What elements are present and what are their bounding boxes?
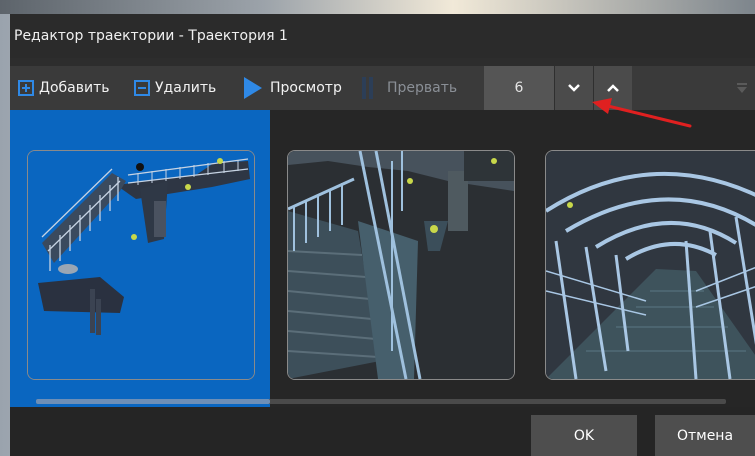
preview-button-label: Просмотр <box>270 80 342 96</box>
dialog-footer: OK Отмена <box>10 407 755 456</box>
cancel-button[interactable]: Отмена <box>655 415 755 456</box>
abort-button[interactable]: Прервать <box>362 66 457 110</box>
frame-thumbnail-2-image <box>288 151 514 379</box>
add-button-label: Добавить <box>39 80 110 96</box>
chevron-down-icon <box>568 84 580 92</box>
preview-button[interactable]: Просмотр <box>244 66 342 110</box>
trajectory-editor-dialog: Редактор траектории - Траектория 1 Добав… <box>10 14 755 456</box>
title-bar: Редактор траектории - Траектория 1 <box>10 14 755 58</box>
abort-button-label: Прервать <box>387 80 458 96</box>
frame-thumbnail-2[interactable] <box>287 150 515 380</box>
frame-thumbnail-3[interactable] <box>545 150 755 380</box>
toolbar-overflow-button[interactable] <box>728 66 755 110</box>
overflow-icon <box>736 83 747 93</box>
delete-button[interactable]: Удалить <box>134 66 216 110</box>
frames-scrollbar[interactable] <box>36 399 726 404</box>
window-title: Редактор траектории - Траектория 1 <box>14 28 288 44</box>
trajectory-frames-strip <box>10 110 755 407</box>
play-icon <box>244 77 262 99</box>
desktop-background <box>0 0 755 14</box>
ok-button[interactable]: OK <box>531 415 637 456</box>
frame-thumbnail-3-image <box>546 151 755 379</box>
pause-icon <box>362 77 373 99</box>
next-down-button[interactable] <box>554 66 593 110</box>
frame-thumbnail-1[interactable] <box>27 150 255 380</box>
minus-square-icon <box>134 80 150 96</box>
frames-scrollbar-thumb[interactable] <box>36 399 270 404</box>
plus-square-icon <box>18 80 34 96</box>
prev-up-button[interactable] <box>593 66 632 110</box>
delete-button-label: Удалить <box>155 80 217 96</box>
chevron-up-icon <box>607 84 619 92</box>
toolbar: Добавить Удалить Просмотр Прервать 6 <box>10 66 755 110</box>
frame-number-field[interactable]: 6 <box>484 66 554 110</box>
add-button[interactable]: Добавить <box>18 66 109 110</box>
frame-thumbnail-1-image <box>28 151 254 379</box>
